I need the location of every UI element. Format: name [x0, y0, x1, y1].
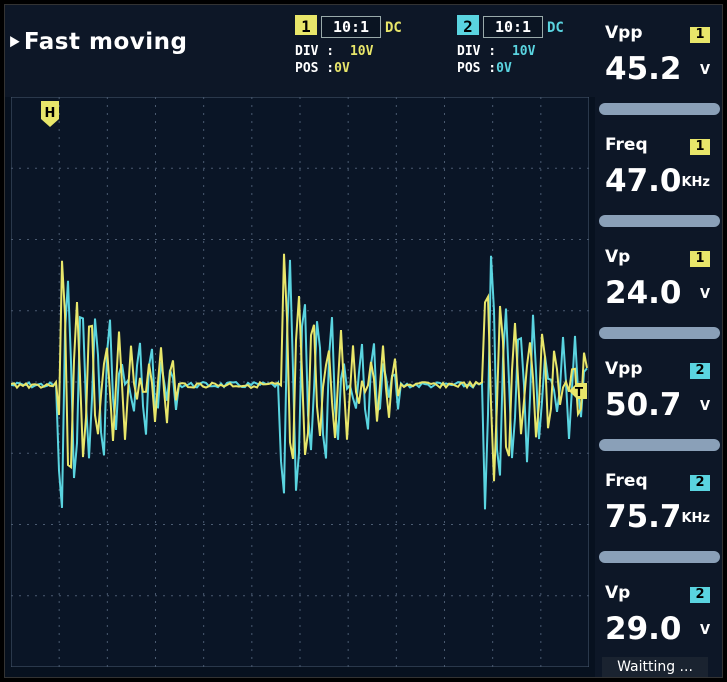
meas-label: Vp — [605, 247, 631, 267]
meas-value: 75.7 — [605, 499, 682, 535]
separator-bar — [599, 327, 720, 339]
channel-1-div-value: 10V — [349, 44, 374, 59]
meas-value: 50.7 — [605, 387, 682, 423]
meas-label: Vp — [605, 583, 631, 603]
channel-2-probe: 10:1 — [483, 16, 543, 38]
channel-1-div-row: DIV : 10V — [295, 44, 402, 59]
meas-channel-badge: 2 — [690, 587, 710, 603]
separator-bar — [599, 215, 720, 227]
channel-1-pos-value: 0V — [334, 61, 350, 76]
meas-label: Freq — [605, 135, 648, 155]
measurement-ch1-vpp[interactable]: Vpp 1 45.2 V — [595, 5, 722, 115]
channel-1-pos-row: POS :0V — [295, 61, 402, 76]
meas-value: 24.0 — [605, 275, 682, 311]
channel-1-info[interactable]: 1 10:1 DC DIV : 10V POS :0V — [295, 15, 402, 76]
meas-channel-badge: 1 — [690, 139, 710, 155]
meas-channel-badge: 1 — [690, 27, 710, 43]
top-status-bar: ⯈Fast moving 1 10:1 DC DIV : 10V POS :0V 2… — [5, 5, 595, 97]
h-marker-label: H — [45, 106, 56, 121]
meas-label: Vpp — [605, 359, 643, 379]
channel-2-info[interactable]: 2 10:1 DC DIV : 10V POS :0V — [457, 15, 564, 76]
waveform-display[interactable]: H T — [10, 96, 590, 668]
meas-channel-badge: 1 — [690, 251, 710, 267]
separator-bar — [599, 439, 720, 451]
trigger-edge-icon: ⯈ — [7, 33, 22, 54]
meas-label: Vpp — [605, 23, 643, 43]
channel-2-pos-value: 0V — [496, 61, 512, 76]
meas-unit: V — [699, 63, 710, 78]
channel-1-pos-label: POS : — [295, 61, 335, 76]
meas-channel-badge: 2 — [690, 363, 710, 379]
separator-bar — [599, 551, 720, 563]
channel-2-div-value: 10V — [511, 44, 536, 59]
channel-2-badge: 2 — [457, 15, 479, 36]
meas-label: Freq — [605, 471, 648, 491]
channel-2-div-label: DIV : — [457, 44, 497, 59]
measurement-ch1-vp[interactable]: Vp 1 24.0 V — [595, 229, 722, 339]
meas-value: 47.0 — [605, 163, 682, 199]
channel-1-probe: 10:1 — [321, 16, 381, 38]
meas-value: 29.0 — [605, 611, 682, 647]
trigger-mode[interactable]: ⯈Fast moving — [7, 29, 187, 55]
channel-2-pos-label: POS : — [457, 61, 497, 76]
meas-unit: V — [699, 399, 710, 414]
waveform-svg: H T — [10, 96, 590, 668]
channel-2-coupling: DC — [547, 20, 564, 36]
meas-unit: KHz — [681, 511, 710, 526]
oscilloscope-screen: ⯈Fast moving 1 10:1 DC DIV : 10V POS :0V 2… — [4, 4, 723, 678]
separator-bar — [599, 103, 720, 115]
measurement-ch2-freq[interactable]: Freq 2 75.7 KHz — [595, 453, 722, 563]
measurement-ch2-vpp[interactable]: Vpp 2 50.7 V — [595, 341, 722, 451]
meas-unit: V — [699, 287, 710, 302]
measurement-ch1-freq[interactable]: Freq 1 47.0 KHz — [595, 117, 722, 227]
channel-1-div-label: DIV : — [295, 44, 335, 59]
meas-channel-badge: 2 — [690, 475, 710, 491]
channel-1-badge: 1 — [295, 15, 317, 36]
meas-unit: KHz — [681, 175, 710, 190]
channel-2-pos-row: POS :0V — [457, 61, 564, 76]
t-marker-label: T — [575, 385, 584, 399]
trigger-mode-label: Fast moving — [23, 29, 188, 55]
channel-1-coupling: DC — [385, 20, 402, 36]
meas-unit: V — [699, 623, 710, 638]
meas-value: 45.2 — [605, 51, 682, 87]
acquisition-status: Waitting ... — [602, 657, 708, 677]
channel-2-div-row: DIV : 10V — [457, 44, 564, 59]
measurement-panel: Vpp 1 45.2 V Freq 1 47.0 KHz Vp 1 24.0 V… — [595, 5, 722, 677]
